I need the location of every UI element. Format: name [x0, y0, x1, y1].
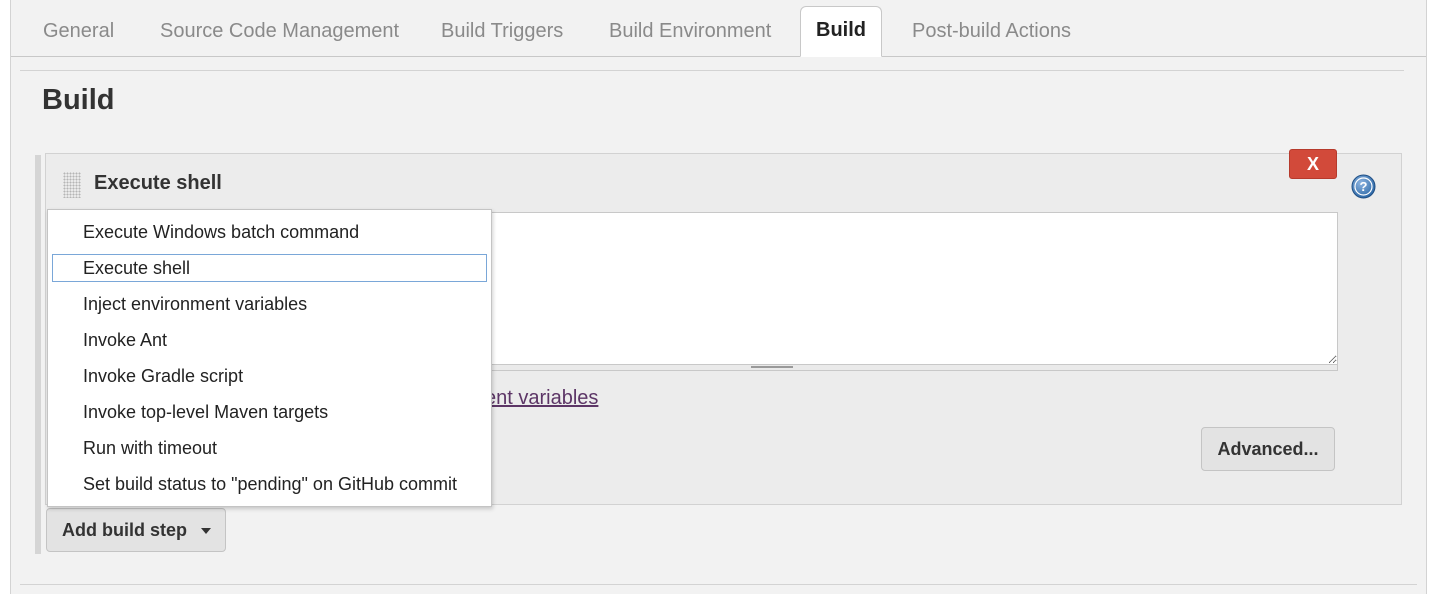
bottom-divider — [20, 584, 1417, 585]
menu-item-invoke-gradle[interactable]: Invoke Gradle script — [48, 358, 491, 394]
drag-handle-icon[interactable] — [63, 172, 81, 198]
job-config-frame: General Source Code Management Build Tri… — [10, 0, 1427, 594]
command-textarea[interactable] — [487, 212, 1338, 365]
help-question-icon[interactable]: ? — [1351, 174, 1376, 199]
textarea-resize-bar[interactable] — [487, 364, 1338, 371]
section-indent-bar — [35, 155, 41, 554]
tab-build[interactable]: Build — [800, 6, 882, 57]
section-divider — [20, 70, 1404, 71]
menu-item-inject-env-vars[interactable]: Inject environment variables — [48, 286, 491, 322]
add-build-step-label: Add build step — [62, 520, 187, 540]
env-variables-link[interactable]: ent variables — [485, 387, 598, 410]
delete-step-button[interactable]: X — [1289, 149, 1337, 179]
add-build-step-menu: Execute Windows batch command Execute sh… — [47, 209, 492, 507]
menu-item-invoke-maven[interactable]: Invoke top-level Maven targets — [48, 394, 491, 430]
tab-build-triggers[interactable]: Build Triggers — [441, 8, 563, 57]
build-step-title: Execute shell — [94, 172, 222, 194]
menu-item-github-pending-status[interactable]: Set build status to "pending" on GitHub … — [48, 466, 491, 502]
menu-item-execute-windows-batch[interactable]: Execute Windows batch command — [48, 214, 491, 250]
section-title: Build — [42, 84, 115, 116]
tab-build-environment[interactable]: Build Environment — [609, 8, 771, 57]
resize-grip-icon[interactable] — [751, 366, 793, 368]
tab-general[interactable]: General — [43, 8, 114, 57]
tab-source-code-management[interactable]: Source Code Management — [160, 8, 399, 57]
config-tab-bar: General Source Code Management Build Tri… — [11, 0, 1426, 57]
svg-text:?: ? — [1360, 179, 1368, 194]
add-build-step-button[interactable]: Add build step — [46, 508, 226, 552]
menu-item-run-with-timeout[interactable]: Run with timeout — [48, 430, 491, 466]
advanced-button[interactable]: Advanced... — [1201, 427, 1335, 471]
menu-item-execute-shell[interactable]: Execute shell — [52, 254, 487, 282]
tab-post-build-actions[interactable]: Post-build Actions — [912, 8, 1071, 57]
caret-down-icon — [201, 528, 211, 534]
menu-item-invoke-ant[interactable]: Invoke Ant — [48, 322, 491, 358]
